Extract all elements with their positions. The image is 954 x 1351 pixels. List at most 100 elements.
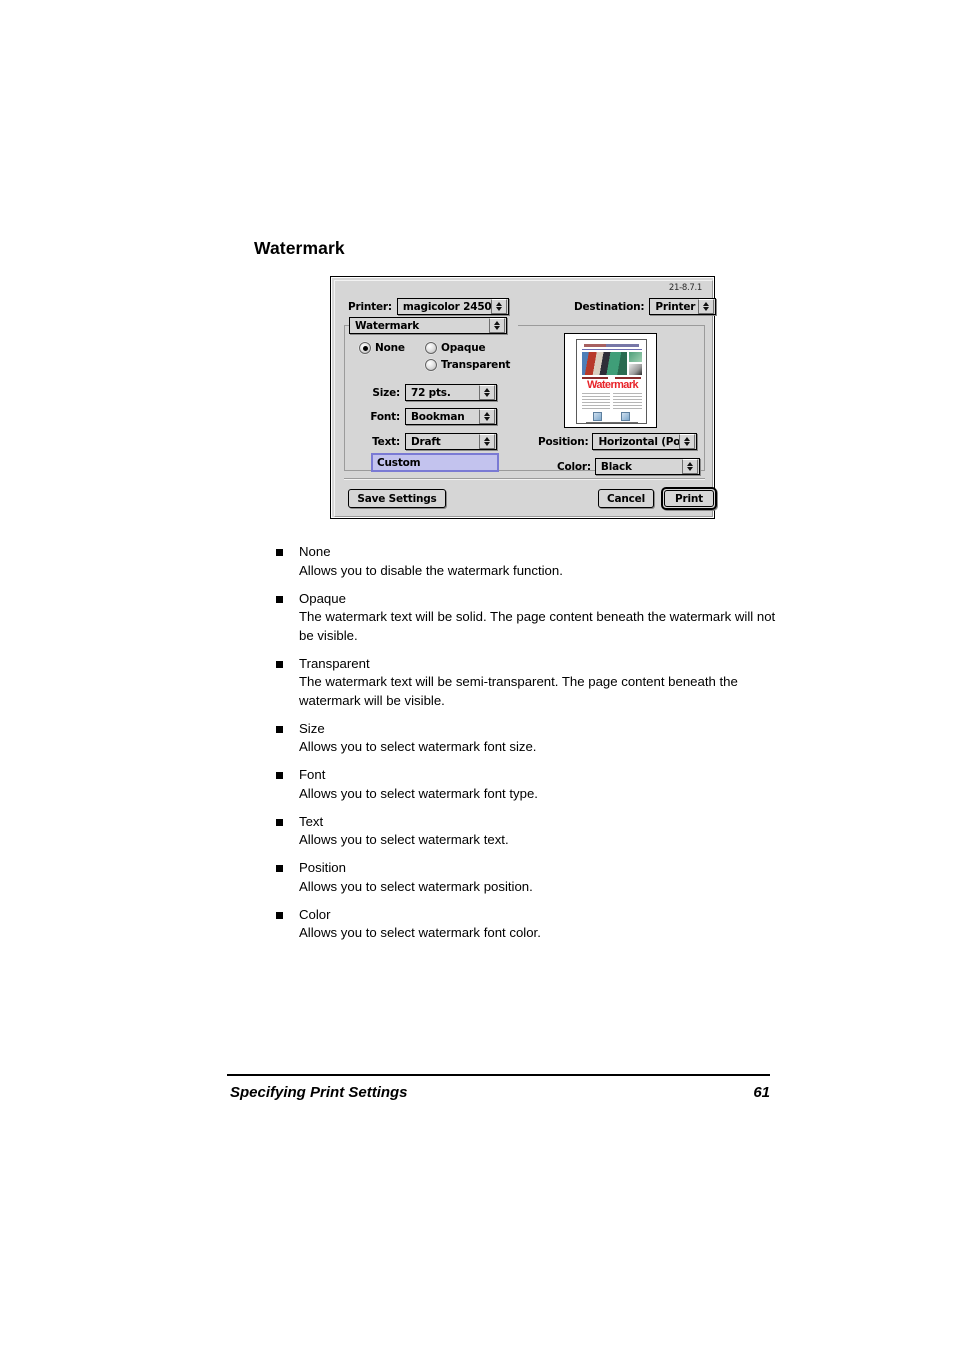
chevron-down-icon <box>484 393 490 397</box>
square-bullet-icon <box>276 865 283 872</box>
list-item-term: Position <box>299 860 346 875</box>
chevron-up-icon <box>484 437 490 441</box>
chevron-updown-icon <box>479 385 495 400</box>
radio-opaque[interactable]: Opaque <box>425 342 486 354</box>
printer-label: Printer: <box>348 300 392 313</box>
text-label: Text: <box>372 435 400 448</box>
preview-rule <box>582 349 642 350</box>
position-label: Position: <box>538 435 589 448</box>
radio-transparent-indicator[interactable] <box>425 359 437 371</box>
chevron-updown-icon <box>479 434 495 449</box>
list-item: Font Allows you to select watermark font… <box>276 766 776 803</box>
preview-watermark-text: Watermark <box>586 379 639 391</box>
list-item-description: Allows you to select watermark position. <box>299 878 533 894</box>
size-select[interactable]: 72 pts. <box>405 384 497 401</box>
chevron-up-icon <box>484 412 490 416</box>
cancel-button[interactable]: Cancel <box>598 489 654 508</box>
list-item: Text Allows you to select watermark text… <box>276 813 776 850</box>
radio-opaque-label: Opaque <box>441 342 486 354</box>
destination-select[interactable]: Printer <box>649 298 717 315</box>
custom-text-input[interactable]: Custom <box>371 453 499 472</box>
square-bullet-icon <box>276 595 283 603</box>
chevron-up-icon <box>703 302 710 306</box>
chevron-updown-icon <box>479 409 495 424</box>
text-select[interactable]: Draft <box>405 433 497 450</box>
destination-label: Destination: <box>574 300 645 313</box>
square-bullet-icon <box>276 660 283 668</box>
list-item-term: None <box>299 544 331 559</box>
text-row: Text: Draft <box>369 433 497 450</box>
radio-transparent[interactable]: Transparent <box>425 359 510 371</box>
size-select-value: 72 pts. <box>411 386 451 399</box>
chevron-up-icon <box>686 462 693 466</box>
chevron-down-icon <box>494 326 500 330</box>
chevron-updown-icon <box>698 299 715 314</box>
chevron-down-icon <box>684 442 691 446</box>
square-bullet-icon <box>276 772 283 779</box>
square-bullet-icon <box>276 818 283 826</box>
print-button[interactable]: Print <box>661 487 717 510</box>
chevron-up-icon <box>494 321 500 325</box>
chevron-down-icon <box>484 442 490 446</box>
page-title: Watermark <box>254 238 345 258</box>
option-description-list: None Allows you to disable the watermark… <box>276 543 776 952</box>
radio-none-label: None <box>375 342 405 354</box>
dialog-divider <box>344 478 705 479</box>
preview-headline <box>584 344 639 347</box>
preview-product-image-left <box>593 412 602 421</box>
size-label: Size: <box>372 386 400 399</box>
font-select[interactable]: Bookman <box>405 408 497 425</box>
printer-select-value: magicolor 2450 <box>402 300 491 313</box>
radio-none-indicator[interactable] <box>359 342 371 354</box>
radio-opaque-indicator[interactable] <box>425 342 437 354</box>
list-item: Transparent The watermark text will be s… <box>276 655 776 711</box>
chevron-updown-icon <box>681 459 698 474</box>
list-item: Position Allows you to select watermark … <box>276 859 776 896</box>
list-item-term: Font <box>299 767 326 782</box>
preview-product-image-right <box>621 412 630 421</box>
list-item-description: Allows you to select watermark text. <box>299 832 509 847</box>
preview-photo-main <box>582 352 627 375</box>
list-item: Color Allows you to select watermark fon… <box>276 906 776 943</box>
list-item-term: Transparent <box>299 655 370 671</box>
color-select[interactable]: Black <box>594 458 700 475</box>
position-select[interactable]: Horizontal (Por... <box>592 433 698 450</box>
color-label: Color: <box>557 460 591 473</box>
square-bullet-icon <box>276 549 283 556</box>
list-item-description: Allows you to select watermark font type… <box>299 785 538 801</box>
list-item-term: Color <box>299 906 331 922</box>
list-item-term: Size <box>299 720 325 736</box>
preview-photo-small-top <box>629 352 642 362</box>
font-row: Font: Bookman <box>369 408 497 425</box>
preview-footer-rule <box>586 422 638 423</box>
position-row: Position: Horizontal (Por... <box>538 433 698 450</box>
driver-version-label: 21-8.7.1 <box>668 283 702 293</box>
color-select-value: Black <box>600 460 632 473</box>
chevron-updown-icon <box>490 299 507 314</box>
footer-section-title: Specifying Print Settings <box>230 1084 408 1101</box>
list-item-term: Opaque <box>299 590 346 606</box>
text-select-value: Draft <box>411 435 441 448</box>
list-item-description: The watermark text will be solid. The pa… <box>299 609 776 643</box>
printer-select[interactable]: magicolor 2450 <box>396 298 509 315</box>
square-bullet-icon <box>276 911 283 919</box>
list-item: Opaque The watermark text will be solid.… <box>276 590 776 646</box>
chevron-updown-icon <box>679 434 696 449</box>
size-row: Size: 72 pts. <box>369 384 497 401</box>
chevron-up-icon <box>684 437 691 441</box>
pane-select[interactable]: Watermark <box>349 317 507 334</box>
save-settings-button[interactable]: Save Settings <box>348 489 446 508</box>
document-page: Watermark 21-8.7.1 Printer: magicolor 24… <box>0 0 954 1351</box>
destination-row: Destination: Printer <box>574 298 717 315</box>
radio-none[interactable]: None <box>359 342 405 354</box>
chevron-down-icon <box>686 467 693 471</box>
page-preview-sheet: Watermark <box>576 339 647 424</box>
chevron-up-icon <box>495 302 502 306</box>
list-item-description: Allows you to select watermark font colo… <box>299 925 541 940</box>
destination-select-value: Printer <box>655 300 696 313</box>
footer-divider <box>227 1074 770 1076</box>
square-bullet-icon <box>276 725 283 733</box>
preview-photo-small-bottom <box>629 364 642 375</box>
font-label: Font: <box>370 410 400 423</box>
pane-select-value: Watermark <box>355 319 419 332</box>
